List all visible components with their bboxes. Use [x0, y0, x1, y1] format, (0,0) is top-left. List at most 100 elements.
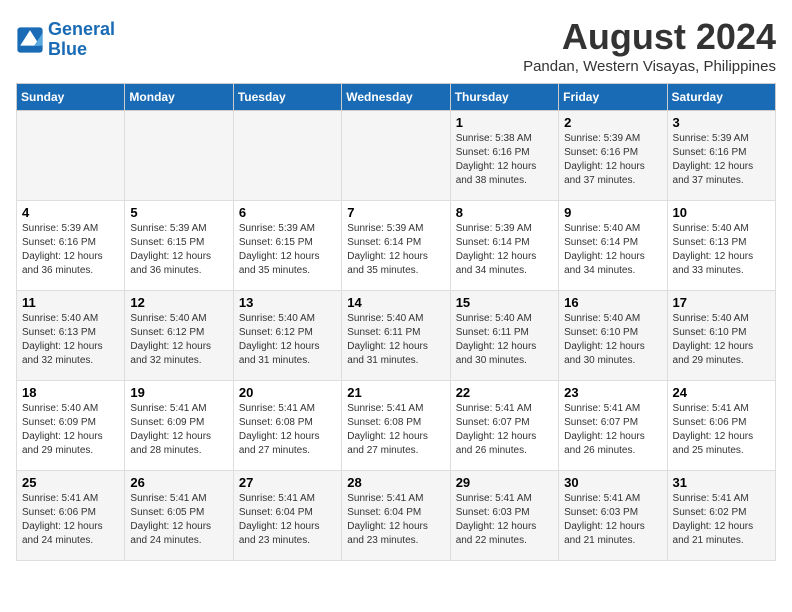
calendar-cell: 28Sunrise: 5:41 AM Sunset: 6:04 PM Dayli… [342, 471, 450, 561]
day-info: Sunrise: 5:41 AM Sunset: 6:08 PM Dayligh… [347, 402, 444, 458]
day-info: Sunrise: 5:40 AM Sunset: 6:13 PM Dayligh… [673, 222, 770, 278]
day-info: Sunrise: 5:39 AM Sunset: 6:16 PM Dayligh… [564, 132, 661, 188]
header-cell-friday: Friday [559, 84, 667, 111]
header-cell-monday: Monday [125, 84, 233, 111]
calendar-cell: 12 Sunrise: 5:40 AM Sunset: 6:12 PM Dayli… [125, 291, 233, 381]
day-number: 6 [239, 205, 336, 220]
title-section: August 2024 Pandan, Western Visayas, Phi… [523, 16, 776, 75]
day-number: 20 [239, 385, 336, 400]
day-number: 14 [347, 295, 444, 310]
day-number: 11 [22, 295, 119, 310]
day-info: Sunrise: 5:41 AM Sunset: 6:04 PM Dayligh… [239, 492, 336, 548]
day-info: Sunrise: 5:39 AM Sunset: 6:16 PM Dayligh… [673, 132, 770, 188]
logo-icon [16, 26, 44, 54]
calendar-cell: 24Sunrise: 5:41 AM Sunset: 6:06 PM Dayli… [667, 381, 775, 471]
calendar-cell: 7Sunrise: 5:39 AM Sunset: 6:14 PM Daylig… [342, 201, 450, 291]
calendar-cell: 18 Sunrise: 5:40 AM Sunset: 6:09 PM Dayli… [17, 381, 125, 471]
logo-line1: General [48, 19, 115, 39]
day-info: Sunrise: 5:41 AM Sunset: 6:06 PM Dayligh… [22, 492, 119, 548]
calendar-cell: 17Sunrise: 5:40 AM Sunset: 6:10 PM Dayli… [667, 291, 775, 381]
week-row-3: 18 Sunrise: 5:40 AM Sunset: 6:09 PM Dayli… [17, 381, 776, 471]
day-number: 18 [22, 385, 119, 400]
header-cell-wednesday: Wednesday [342, 84, 450, 111]
calendar-cell: 22 Sunrise: 5:41 AM Sunset: 6:07 PM Dayli… [450, 381, 558, 471]
calendar-table: SundayMondayTuesdayWednesdayThursdayFrid… [16, 83, 776, 561]
logo-line2: Blue [48, 39, 87, 59]
day-number: 22 [456, 385, 553, 400]
calendar-body: 1Sunrise: 5:38 AM Sunset: 6:16 PM Daylig… [17, 111, 776, 561]
calendar-cell: 8 Sunrise: 5:39 AM Sunset: 6:14 PM Daylig… [450, 201, 558, 291]
day-number: 17 [673, 295, 770, 310]
day-number: 3 [673, 115, 770, 130]
day-number: 21 [347, 385, 444, 400]
day-info: Sunrise: 5:40 AM Sunset: 6:11 PM Dayligh… [456, 312, 553, 368]
day-info: Sunrise: 5:40 AM Sunset: 6:09 PM Dayligh… [22, 402, 119, 458]
day-info: Sunrise: 5:41 AM Sunset: 6:03 PM Dayligh… [564, 492, 661, 548]
page-subtitle: Pandan, Western Visayas, Philippines [523, 58, 776, 75]
day-number: 30 [564, 475, 661, 490]
day-number: 1 [456, 115, 553, 130]
day-number: 26 [130, 475, 227, 490]
header-cell-thursday: Thursday [450, 84, 558, 111]
day-info: Sunrise: 5:41 AM Sunset: 6:07 PM Dayligh… [456, 402, 553, 458]
calendar-cell: 13 Sunrise: 5:40 AM Sunset: 6:12 PM Dayli… [233, 291, 341, 381]
day-number: 25 [22, 475, 119, 490]
day-number: 13 [239, 295, 336, 310]
calendar-cell: 19Sunrise: 5:41 AM Sunset: 6:09 PM Dayli… [125, 381, 233, 471]
day-number: 31 [673, 475, 770, 490]
day-number: 5 [130, 205, 227, 220]
calendar-cell: 3 Sunrise: 5:39 AM Sunset: 6:16 PM Daylig… [667, 111, 775, 201]
logo-text: General Blue [48, 20, 115, 60]
calendar-cell: 16Sunrise: 5:40 AM Sunset: 6:10 PM Dayli… [559, 291, 667, 381]
day-number: 15 [456, 295, 553, 310]
day-number: 28 [347, 475, 444, 490]
calendar-cell: 1Sunrise: 5:38 AM Sunset: 6:16 PM Daylig… [450, 111, 558, 201]
week-row-1: 4 Sunrise: 5:39 AM Sunset: 6:16 PM Daylig… [17, 201, 776, 291]
calendar-cell: 31 Sunrise: 5:41 AM Sunset: 6:02 PM Dayli… [667, 471, 775, 561]
calendar-cell: 15 Sunrise: 5:40 AM Sunset: 6:11 PM Dayli… [450, 291, 558, 381]
header-cell-tuesday: Tuesday [233, 84, 341, 111]
calendar-cell [17, 111, 125, 201]
day-info: Sunrise: 5:40 AM Sunset: 6:12 PM Dayligh… [239, 312, 336, 368]
day-number: 4 [22, 205, 119, 220]
week-row-2: 11 Sunrise: 5:40 AM Sunset: 6:13 PM Dayli… [17, 291, 776, 381]
day-number: 8 [456, 205, 553, 220]
calendar-cell: 5 Sunrise: 5:39 AM Sunset: 6:15 PM Daylig… [125, 201, 233, 291]
page-title: August 2024 [523, 16, 776, 58]
day-number: 29 [456, 475, 553, 490]
day-info: Sunrise: 5:41 AM Sunset: 6:08 PM Dayligh… [239, 402, 336, 458]
day-info: Sunrise: 5:39 AM Sunset: 6:16 PM Dayligh… [22, 222, 119, 278]
calendar-cell: 6Sunrise: 5:39 AM Sunset: 6:15 PM Daylig… [233, 201, 341, 291]
day-info: Sunrise: 5:41 AM Sunset: 6:03 PM Dayligh… [456, 492, 553, 548]
day-info: Sunrise: 5:40 AM Sunset: 6:12 PM Dayligh… [130, 312, 227, 368]
day-info: Sunrise: 5:40 AM Sunset: 6:13 PM Dayligh… [22, 312, 119, 368]
week-row-0: 1Sunrise: 5:38 AM Sunset: 6:16 PM Daylig… [17, 111, 776, 201]
week-row-4: 25 Sunrise: 5:41 AM Sunset: 6:06 PM Dayli… [17, 471, 776, 561]
calendar-cell: 30 Sunrise: 5:41 AM Sunset: 6:03 PM Dayli… [559, 471, 667, 561]
day-number: 12 [130, 295, 227, 310]
day-info: Sunrise: 5:41 AM Sunset: 6:02 PM Dayligh… [673, 492, 770, 548]
header-cell-sunday: Sunday [17, 84, 125, 111]
day-info: Sunrise: 5:39 AM Sunset: 6:15 PM Dayligh… [130, 222, 227, 278]
day-number: 2 [564, 115, 661, 130]
calendar-cell: 2 Sunrise: 5:39 AM Sunset: 6:16 PM Daylig… [559, 111, 667, 201]
logo: General Blue [16, 20, 115, 60]
calendar-cell: 29 Sunrise: 5:41 AM Sunset: 6:03 PM Dayli… [450, 471, 558, 561]
day-number: 19 [130, 385, 227, 400]
day-info: Sunrise: 5:41 AM Sunset: 6:07 PM Dayligh… [564, 402, 661, 458]
day-info: Sunrise: 5:41 AM Sunset: 6:05 PM Dayligh… [130, 492, 227, 548]
day-info: Sunrise: 5:40 AM Sunset: 6:14 PM Dayligh… [564, 222, 661, 278]
day-info: Sunrise: 5:40 AM Sunset: 6:11 PM Dayligh… [347, 312, 444, 368]
calendar-cell: 10Sunrise: 5:40 AM Sunset: 6:13 PM Dayli… [667, 201, 775, 291]
day-info: Sunrise: 5:39 AM Sunset: 6:14 PM Dayligh… [456, 222, 553, 278]
calendar-cell: 11 Sunrise: 5:40 AM Sunset: 6:13 PM Dayli… [17, 291, 125, 381]
calendar-cell: 23Sunrise: 5:41 AM Sunset: 6:07 PM Dayli… [559, 381, 667, 471]
day-number: 16 [564, 295, 661, 310]
calendar-cell [233, 111, 341, 201]
day-number: 24 [673, 385, 770, 400]
calendar-cell: 14 Sunrise: 5:40 AM Sunset: 6:11 PM Dayli… [342, 291, 450, 381]
calendar-cell: 21 Sunrise: 5:41 AM Sunset: 6:08 PM Dayli… [342, 381, 450, 471]
calendar-cell: 25 Sunrise: 5:41 AM Sunset: 6:06 PM Dayli… [17, 471, 125, 561]
calendar-header: SundayMondayTuesdayWednesdayThursdayFrid… [17, 84, 776, 111]
day-number: 27 [239, 475, 336, 490]
